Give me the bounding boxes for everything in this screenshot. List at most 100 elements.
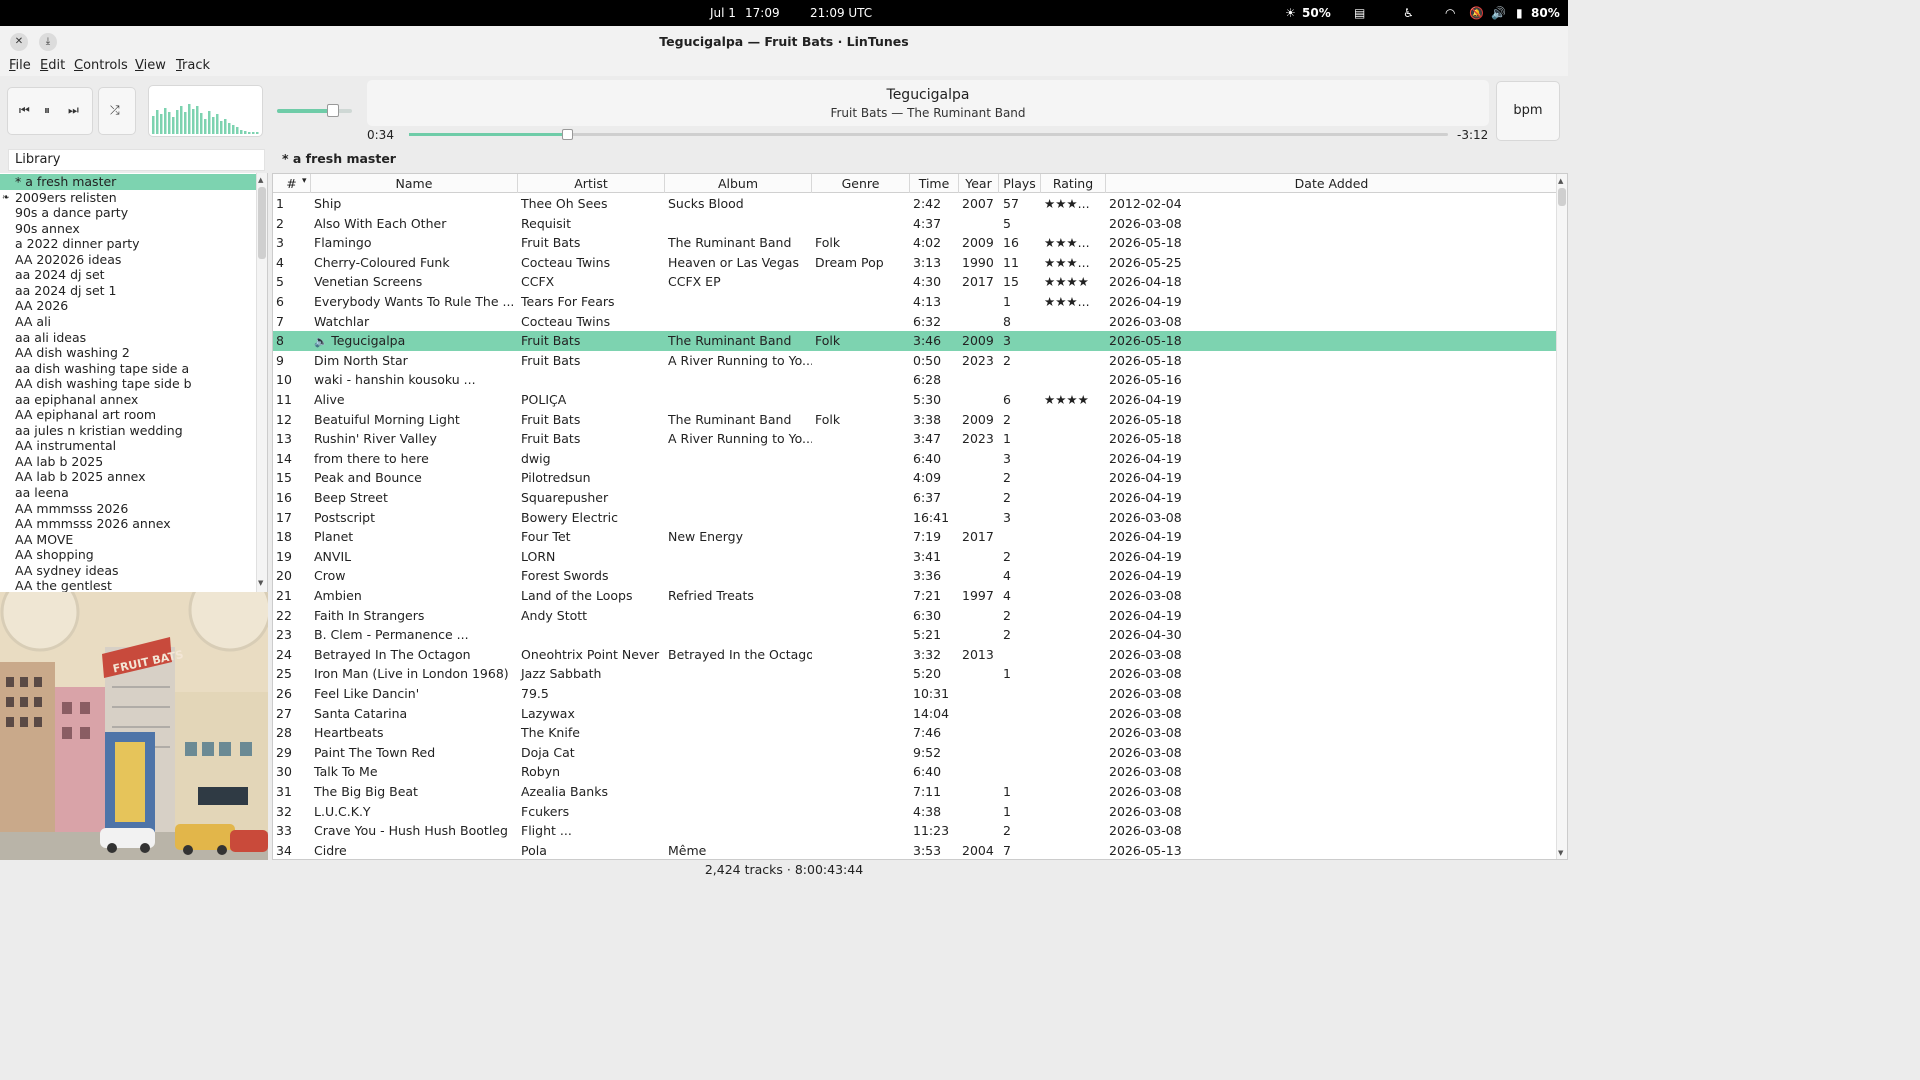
sidebar-playlist-item[interactable]: aa ali ideas bbox=[0, 330, 256, 346]
sidebar-playlist-item[interactable]: AA epiphanal art room bbox=[0, 407, 256, 423]
sidebar-playlist-item[interactable]: a 2022 dinner party bbox=[0, 236, 256, 252]
table-row[interactable]: 34 Cidre Pola Même 3:53 2004 7 2026-05-13 bbox=[273, 841, 1557, 859]
sidebar-scroll-thumb[interactable] bbox=[258, 187, 266, 259]
sidebar-scrollbar[interactable]: ▲ ▼ bbox=[256, 173, 267, 592]
sidebar-playlist-item[interactable]: AA sydney ideas bbox=[0, 563, 256, 579]
sidebar-playlist-item[interactable]: 2009ers relisten bbox=[0, 190, 256, 206]
bpm-button[interactable]: bpm bbox=[1496, 81, 1560, 141]
sort-arrow-icon[interactable]: ▾ bbox=[302, 176, 307, 186]
table-scroll-thumb[interactable] bbox=[1558, 188, 1566, 206]
table-row[interactable]: 16 Beep Street Squarepusher 6:37 2 2026-04-19 bbox=[273, 488, 1557, 508]
progress-handle[interactable] bbox=[562, 129, 573, 140]
table-scrollbar[interactable]: ▲ ▼ bbox=[1556, 174, 1567, 859]
sidebar-playlist-item[interactable]: AA dish washing tape side b bbox=[0, 376, 256, 392]
notifications-muted-icon[interactable]: 🔕 bbox=[1469, 6, 1484, 20]
sidebar-playlist-item[interactable]: aa epiphanal annex bbox=[0, 392, 256, 408]
scroll-down-icon[interactable]: ▼ bbox=[258, 579, 263, 587]
table-row[interactable]: 5 Venetian Screens CCFX CCFX EP 4:30 2017 15 ★★… bbox=[273, 272, 1557, 292]
table-row[interactable]: 27 Santa Catarina Lazywax 14:04 2026-03-08 bbox=[273, 704, 1557, 724]
clipboard-icon[interactable]: ▤ bbox=[1354, 6, 1365, 20]
table-row[interactable]: 23 B. Clem - Permanence ... 5:21 2 2026-04-3… bbox=[273, 625, 1557, 645]
table-row[interactable]: 32 L.U.C.K.Y Fcukers 4:38 1 2026-03-08 bbox=[273, 802, 1557, 822]
sidebar-playlist-item[interactable]: aa leena bbox=[0, 485, 256, 501]
menu-file[interactable]: File bbox=[9, 58, 31, 73]
table-row[interactable]: 14 from there to here dwig 6:40 3 2026-04-19 bbox=[273, 449, 1557, 469]
table-scroll-down-icon[interactable]: ▼ bbox=[1558, 849, 1563, 857]
library-header[interactable]: Library bbox=[8, 149, 265, 171]
pause-icon[interactable]: ⏸ bbox=[44, 103, 50, 118]
table-row[interactable]: 28 Heartbeats The Knife 7:46 2026-03-08 bbox=[273, 723, 1557, 743]
table-row[interactable]: 4 Cherry-Coloured Funk Cocteau Twins Heaven… bbox=[273, 253, 1557, 273]
column-rating[interactable]: Rating bbox=[1041, 174, 1106, 193]
sidebar-playlist-item[interactable]: AA MOVE bbox=[0, 532, 256, 548]
sidebar-playlist-item[interactable]: AA shopping bbox=[0, 547, 256, 563]
sidebar-playlist-item[interactable]: * a fresh master bbox=[0, 174, 256, 190]
table-row[interactable]: 29 Paint The Town Red Doja Cat 9:52 2026-03-… bbox=[273, 743, 1557, 763]
sidebar-playlist-item[interactable]: aa 2024 dj set 1 bbox=[0, 283, 256, 299]
previous-icon[interactable]: ⏮ bbox=[19, 103, 30, 118]
sidebar-playlist-item[interactable]: AA lab b 2025 annex bbox=[0, 469, 256, 485]
scroll-up-icon[interactable]: ▲ bbox=[258, 176, 263, 184]
volume-slider[interactable] bbox=[277, 109, 352, 113]
sidebar-playlist-item[interactable]: AA mmmsss 2026 annex bbox=[0, 516, 256, 532]
sidebar-playlist-item[interactable]: AA ali bbox=[0, 314, 256, 330]
table-row[interactable]: 26 Feel Like Dancin' 79.5 10:31 2026-03-08 bbox=[273, 684, 1557, 704]
shuffle-button[interactable]: ⤮ bbox=[98, 87, 136, 135]
sidebar-playlist-item[interactable]: AA instrumental bbox=[0, 438, 256, 454]
sidebar-playlist-item[interactable]: AA 202026 ideas bbox=[0, 252, 256, 268]
sidebar-playlist-item[interactable]: AA dish washing 2 bbox=[0, 345, 256, 361]
table-row[interactable]: 9 Dim North Star Fruit Bats A River Running… bbox=[273, 351, 1557, 371]
column-date-added[interactable]: Date Added bbox=[1106, 174, 1557, 193]
next-icon[interactable]: ⏭ bbox=[68, 103, 79, 118]
table-row[interactable]: 18 Planet Four Tet New Energy 7:19 2017 2026-0… bbox=[273, 527, 1557, 547]
sidebar-playlist-item[interactable]: AA 2026 bbox=[0, 298, 256, 314]
table-scroll-up-icon[interactable]: ▲ bbox=[1558, 177, 1563, 185]
table-row[interactable]: 15 Peak and Bounce Pilotredsun 4:09 2 2026-04… bbox=[273, 468, 1557, 488]
brightness-icon[interactable]: ☀ bbox=[1285, 6, 1296, 20]
menu-edit[interactable]: Edit bbox=[40, 58, 65, 73]
volume-slider-handle[interactable] bbox=[327, 104, 339, 117]
table-row[interactable]: 1 Ship Thee Oh Sees Sucks Blood 2:42 2007 57 ★★… bbox=[273, 194, 1557, 214]
column-year[interactable]: Year bbox=[959, 174, 999, 193]
sidebar-playlist-item[interactable]: aa dish washing tape side a bbox=[0, 361, 256, 377]
table-row[interactable]: 19 ANVIL LORN 3:41 2 2026-04-19 bbox=[273, 547, 1557, 567]
menu-track[interactable]: Track bbox=[176, 58, 210, 73]
table-row[interactable]: 13 Rushin' River Valley Fruit Bats A River … bbox=[273, 429, 1557, 449]
sidebar-playlist-item[interactable]: AA the gentlest bbox=[0, 578, 256, 592]
table-row[interactable]: 2 Also With Each Other Requisit 4:37 5 2026-0… bbox=[273, 214, 1557, 234]
volume-icon[interactable]: 🔊 bbox=[1491, 6, 1506, 20]
table-row[interactable]: 10 waki - hanshin kousoku ... 6:28 2026-05-… bbox=[273, 370, 1557, 390]
column-album[interactable]: Album bbox=[665, 174, 812, 193]
column-time[interactable]: Time bbox=[910, 174, 959, 193]
sidebar-playlist-item[interactable]: aa 2024 dj set bbox=[0, 267, 256, 283]
column-artist[interactable]: Artist bbox=[518, 174, 665, 193]
table-row[interactable]: 20 Crow Forest Swords 3:36 4 2026-04-19 bbox=[273, 566, 1557, 586]
table-row[interactable]: 25 Iron Man (Live in London 1968) Jazz Sab… bbox=[273, 664, 1557, 684]
table-row[interactable]: 17 Postscript Bowery Electric 16:41 3 2026-03… bbox=[273, 508, 1557, 528]
table-row[interactable]: 3 Flamingo Fruit Bats The Ruminant Band Folk… bbox=[273, 233, 1557, 253]
table-row[interactable]: 31 The Big Big Beat Azealia Banks 7:11 1 2026… bbox=[273, 782, 1557, 802]
column-name[interactable]: Name bbox=[311, 174, 518, 193]
menu-controls[interactable]: Controls bbox=[74, 58, 128, 73]
table-row[interactable]: 22 Faith In Strangers Andy Stott 6:30 2 2026-… bbox=[273, 606, 1557, 626]
sidebar-playlist-item[interactable]: 90s annex bbox=[0, 221, 256, 237]
accessibility-icon[interactable]: ♿ bbox=[1403, 6, 1414, 20]
table-row[interactable]: 6 Everybody Wants To Rule The ... Tears Fo… bbox=[273, 292, 1557, 312]
column-plays[interactable]: Plays bbox=[999, 174, 1041, 193]
table-row[interactable]: 30 Talk To Me Robyn 6:40 2026-03-08 bbox=[273, 762, 1557, 782]
expand-arrow-icon[interactable]: ❧ bbox=[2, 193, 10, 203]
column-genre[interactable]: Genre bbox=[812, 174, 910, 193]
system-clock[interactable]: 17:09 bbox=[745, 6, 780, 20]
table-row[interactable]: 11 Alive POLIÇA 5:30 6 ★★★★ 2026-04-19 bbox=[273, 390, 1557, 410]
wifi-icon[interactable]: ◠ bbox=[1445, 6, 1455, 20]
table-row[interactable]: 8 🔈 Tegucigalpa Fruit Bats The Ruminant Ban… bbox=[273, 331, 1557, 351]
table-row[interactable]: 24 Betrayed In The Octagon Oneohtrix Point… bbox=[273, 645, 1557, 665]
battery-icon[interactable]: ▮ bbox=[1516, 6, 1523, 20]
table-row[interactable]: 12 Beatuiful Morning Light Fruit Bats The R… bbox=[273, 410, 1557, 430]
sidebar-playlist-item[interactable]: aa jules n kristian wedding bbox=[0, 423, 256, 439]
sidebar-playlist-item[interactable]: AA lab b 2025 bbox=[0, 454, 256, 470]
menu-view[interactable]: View bbox=[135, 58, 166, 73]
table-row[interactable]: 7 Watchlar Cocteau Twins 6:32 8 2026-03-08 bbox=[273, 312, 1557, 332]
sidebar-playlist-item[interactable]: AA mmmsss 2026 bbox=[0, 501, 256, 517]
table-row[interactable]: 21 Ambien Land of the Loops Refried Treats 7… bbox=[273, 586, 1557, 606]
